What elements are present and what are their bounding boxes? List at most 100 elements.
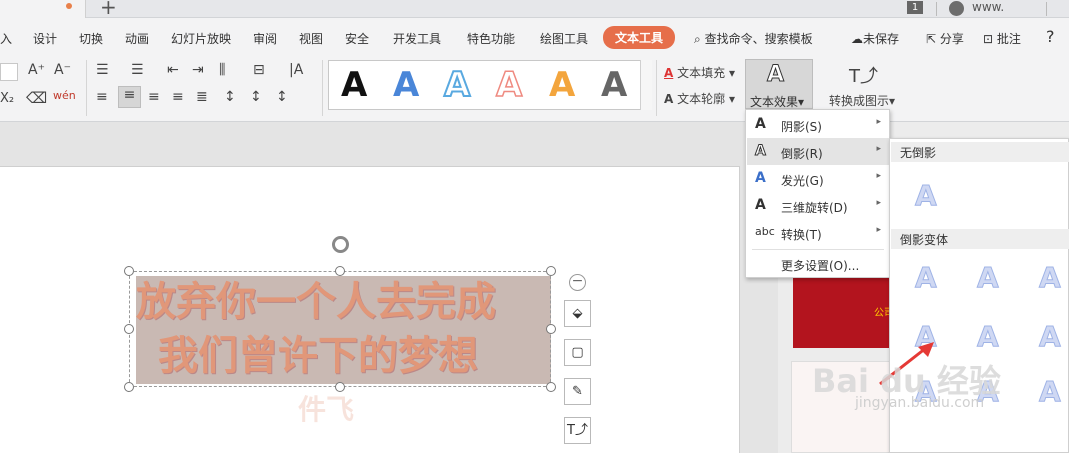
reflection-variant-option[interactable]: A [1039,262,1062,293]
chevron-right-icon: ▸ [876,144,881,154]
tab-developer[interactable]: 开发工具 [393,30,441,47]
unsaved-button[interactable]: ☁未保存 [851,30,899,47]
tab-insert[interactable]: 入 [0,30,12,47]
text-effect-label: 文本效果▾ [750,95,805,109]
font-size-select[interactable] [0,63,18,81]
text-direction-icon[interactable]: ⫼ [219,62,225,78]
share-button[interactable]: ⇱ 分享 [926,30,964,47]
document-tab[interactable] [0,0,86,18]
decrease-indent-icon[interactable]: ⇤ [167,62,179,78]
reflection-variant-option[interactable]: A [977,321,1000,352]
text-box-selection[interactable] [129,271,551,387]
pinyin-guide-button[interactable]: wén [53,89,76,102]
style-blue-icon[interactable]: A [393,65,419,105]
resize-handle[interactable] [335,266,345,276]
convert-diagram-button[interactable]: 转换成图示▾ [829,92,895,109]
distributed-icon[interactable]: ≣ [196,89,208,105]
resize-handle[interactable] [546,382,556,392]
comment-button[interactable]: ⊡ 批注 [983,30,1021,47]
text-fill-button[interactable]: A 文本填充 ▾ [664,64,735,81]
no-reflection-option[interactable]: A [915,180,938,211]
reflection-icon: A [755,143,767,160]
cloud-icon: ☁ [851,32,863,46]
menu-item-glow[interactable]: A 发光(G) ▸ [747,165,889,192]
shape-outline-icon[interactable]: ▢ [564,339,591,366]
tab-transition[interactable]: 切换 [79,30,103,47]
resize-handle[interactable] [546,266,556,276]
justify-icon[interactable]: ≡ [172,89,184,105]
spacing-options-icon[interactable]: ↕ [276,89,288,105]
resize-handle[interactable] [124,324,134,334]
rotate-handle-icon[interactable] [332,236,349,253]
tab-view[interactable]: 视图 [299,30,323,47]
style-pink-outline-icon[interactable]: A [495,64,523,106]
resize-handle[interactable] [335,382,345,392]
bullet-list-icon[interactable]: ☰ [96,62,109,78]
watermark-url: jingyan.baidu.com [855,395,985,411]
window-count-badge: 1 [907,1,923,14]
menu-item-3d-rotation[interactable]: A 三维旋转(D) ▸ [747,192,889,219]
search-icon: ⌕ [694,32,701,46]
share-icon: ⇱ [926,32,937,46]
tab-design[interactable]: 设计 [33,30,57,47]
chevron-right-icon: ▸ [876,117,881,127]
new-tab-button[interactable]: + [100,0,117,19]
resize-handle[interactable] [124,382,134,392]
convert-text-icon[interactable]: T⤴ [564,417,591,444]
reflection-variants-header: 倒影变体 [891,229,1069,249]
text-effect-button[interactable]: A 文本效果▾ [745,59,813,109]
text-outline-button[interactable]: A 文本轮廓 ▾ [664,90,735,107]
text-effect-menu: A 阴影(S) ▸ A 倒影(R) ▸ A 发光(G) ▸ A 三维旋转(D) ▸ abc 转换(… [745,109,890,278]
resize-handle[interactable] [546,324,556,334]
avatar[interactable] [949,1,964,16]
increase-indent-icon[interactable]: ⇥ [192,62,204,78]
font-grow-button[interactable]: A⁺ [28,62,45,78]
format-painter-icon[interactable]: ✎ [564,378,591,405]
shadow-icon: A [755,116,766,132]
gallery-scroll[interactable] [640,60,652,110]
help-button[interactable]: ? [1046,27,1055,46]
tab-drawing-tools[interactable]: 绘图工具 [540,30,588,47]
align-right-icon[interactable]: ≡ [148,89,160,105]
line-spacing-icon[interactable]: ↕ [224,89,236,105]
align-left-icon[interactable]: ≡ [96,89,108,105]
search-command[interactable]: ⌕ 查找命令、搜索模板 [694,30,813,47]
tab-text-tools[interactable]: 文本工具 [603,26,676,49]
reflection-variant-option[interactable]: A [1039,321,1062,352]
menu-item-reflection[interactable]: A 倒影(R) ▸ [747,138,889,165]
text-effect-icon: A [766,62,785,88]
chevron-right-icon: ▸ [876,198,881,208]
menu-item-transform[interactable]: abc 转换(T) ▸ [747,219,889,246]
menu-item-shadow[interactable]: A 阴影(S) ▸ [747,111,889,138]
comment-icon: ⊡ [983,32,994,46]
reflection-variant-option[interactable]: A [1039,376,1062,407]
align-text-icon[interactable]: ⊟ [253,62,265,78]
chevron-right-icon: ▸ [876,171,881,181]
style-blue-outline-icon[interactable]: A [443,64,471,106]
collapse-icon[interactable]: − [569,274,586,291]
font-shrink-button[interactable]: A⁻ [54,62,71,78]
reflection-variant-option[interactable]: A [915,262,938,293]
subscript-icon[interactable]: X₂ [0,91,14,106]
columns-icon[interactable]: |A [289,62,303,78]
numbered-list-icon[interactable]: ☰ [131,62,144,78]
3d-rotation-icon: A [755,197,766,213]
text-outline-icon: A [664,92,674,106]
style-gray-icon[interactable]: A [601,65,627,105]
tab-review[interactable]: 审阅 [253,30,277,47]
tab-security[interactable]: 安全 [345,30,369,47]
menu-item-more-settings[interactable]: 更多设置(O)... [747,250,889,277]
reflection-variant-option[interactable]: A [977,262,1000,293]
paragraph-spacing-icon[interactable]: ↕ [250,89,262,105]
tab-features[interactable]: 特色功能 [467,30,515,47]
eraser-icon[interactable]: ⌫ [26,89,47,107]
shape-fill-icon[interactable]: ⬙ [564,300,591,327]
align-center-icon[interactable]: ≡ [118,86,141,108]
user-name[interactable]: www. [972,0,1004,14]
text-reflection: 件飞 [298,393,355,426]
style-black-icon[interactable]: A [341,65,367,105]
tab-slideshow[interactable]: 幻灯片放映 [171,30,231,47]
style-orange-icon[interactable]: A [549,65,575,105]
tab-animation[interactable]: 动画 [125,30,149,47]
resize-handle[interactable] [124,266,134,276]
